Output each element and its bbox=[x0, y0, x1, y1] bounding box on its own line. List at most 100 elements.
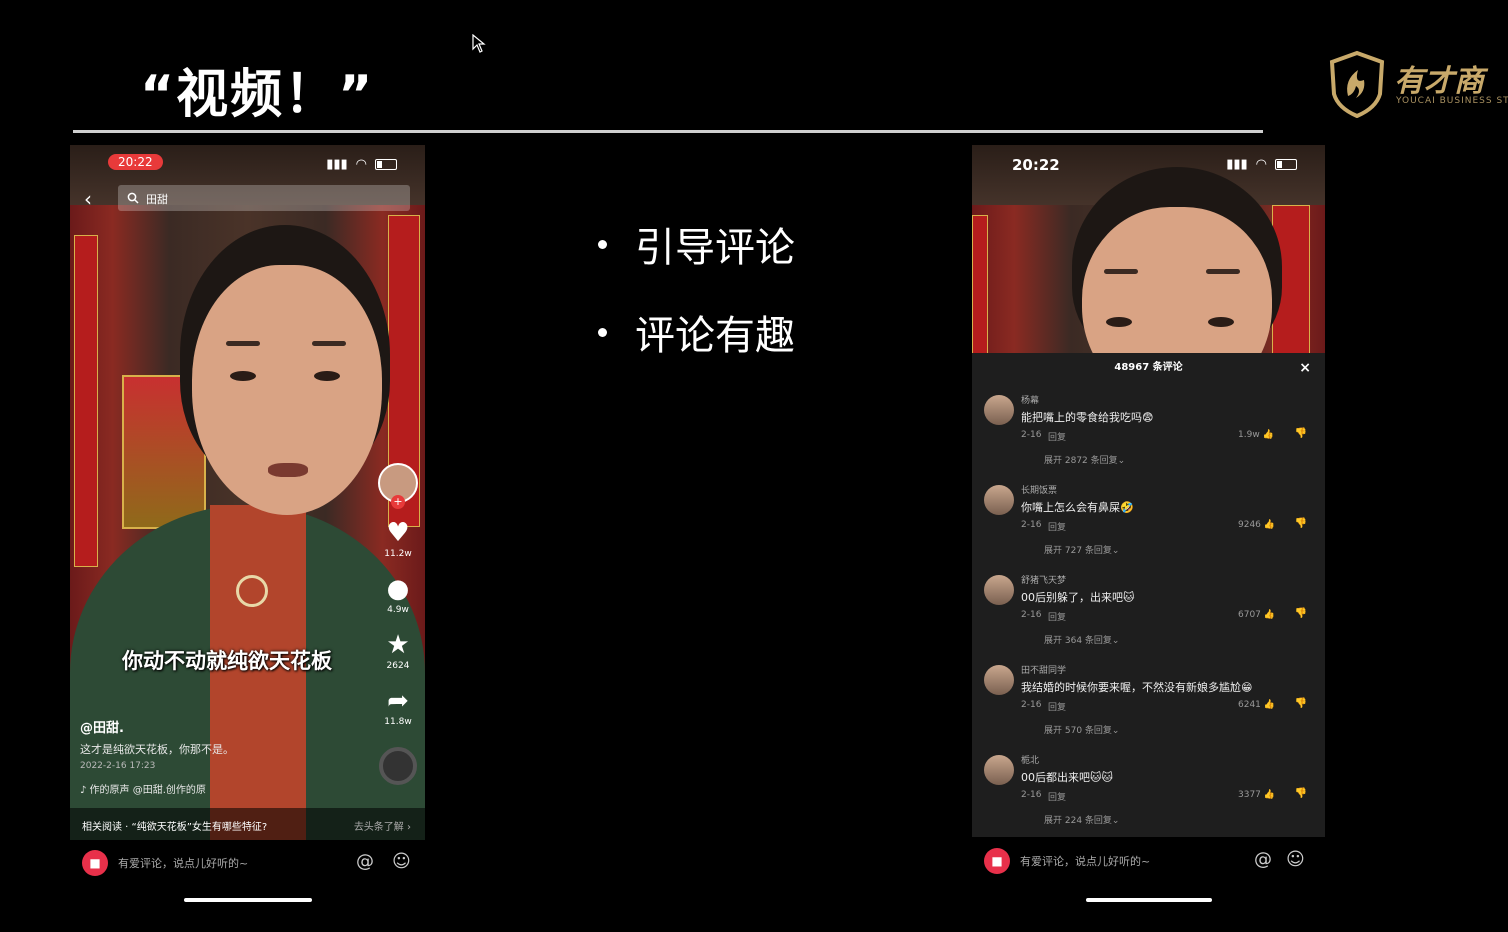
comment-item: 长期饭票 你嘴上怎么会有鼻屎🤣 2-16 回复 9246 👍 👎 展开 727 … bbox=[972, 473, 1325, 563]
comment-text: 能把嘴上的零食给我吃吗😨 bbox=[1021, 411, 1154, 424]
comment-like-button[interactable]: 6707 👍 bbox=[1238, 610, 1275, 620]
thumbs-up-icon: 👍 bbox=[1263, 700, 1275, 710]
bullet-item: 评论有趣 bbox=[598, 288, 795, 376]
couplet-left bbox=[972, 215, 988, 357]
emoji-icon[interactable]: ☺ bbox=[1286, 849, 1305, 870]
right-phone-screenshot: 20:22 ▮▮▮ ◠ 48967 条评论 × 杨幕 能把嘴上的零食给我吃吗😨 … bbox=[972, 145, 1325, 837]
bullet-text: 引导评论 bbox=[635, 225, 795, 271]
at-mention-icon[interactable]: @ bbox=[1254, 849, 1272, 870]
comment-text: 00后别躲了，出来吧🐱 bbox=[1021, 591, 1135, 604]
commenter-name[interactable]: 栀北 bbox=[1021, 753, 1039, 766]
left-comment-input[interactable]: ■ 有爱评论，说点儿好听的~ @ ☺ bbox=[70, 845, 425, 879]
comment-like-button[interactable]: 6241 👍 bbox=[1238, 700, 1275, 710]
commenter-avatar[interactable] bbox=[984, 575, 1014, 605]
favorite-button[interactable]: ★ 2624 bbox=[386, 631, 409, 671]
commenter-avatar[interactable] bbox=[984, 395, 1014, 425]
share-button[interactable]: ➦ 11.8w bbox=[384, 687, 411, 727]
thumbs-down-icon[interactable]: 👎 bbox=[1295, 698, 1307, 709]
commenter-avatar[interactable] bbox=[984, 755, 1014, 785]
commenter-name[interactable]: 田不甜同学 bbox=[1021, 663, 1066, 676]
comment-count: 4.9w bbox=[387, 605, 409, 615]
status-time: 20:22 bbox=[108, 154, 163, 170]
thumbs-down-icon[interactable]: 👎 bbox=[1295, 608, 1307, 619]
author-handle[interactable]: @田甜. bbox=[80, 717, 124, 736]
thumbs-down-icon[interactable]: 👎 bbox=[1295, 428, 1307, 439]
search-bar[interactable]: 田甜 bbox=[118, 185, 410, 211]
video-description: 这才是纯欲天花板，你那不是。 bbox=[80, 743, 234, 756]
reply-button[interactable]: 回复 bbox=[1048, 430, 1066, 443]
comment-like-button[interactable]: 1.9w 👍 bbox=[1238, 430, 1274, 440]
camera-icon[interactable]: ■ bbox=[984, 848, 1010, 874]
heart-icon: ♥ bbox=[386, 518, 410, 548]
like-button[interactable]: ♥ 11.2w bbox=[384, 519, 411, 559]
at-mention-icon[interactable]: @ bbox=[356, 851, 374, 872]
reply-button[interactable]: 回复 bbox=[1048, 610, 1066, 623]
comment-text: 你嘴上怎么会有鼻屎🤣 bbox=[1021, 501, 1134, 514]
left-phone-screenshot: 20:22 ▮▮▮ ◠ ‹ 田甜 + ♥ 11.2w ● 4.9w ★ 2624… bbox=[70, 145, 425, 840]
wifi-icon: ◠ bbox=[355, 157, 367, 172]
comment-button[interactable]: ● 4.9w bbox=[387, 575, 410, 615]
signal-icon: ▮▮▮ bbox=[326, 157, 348, 172]
thumbs-up-icon: 👍 bbox=[1262, 430, 1274, 440]
emoji-icon[interactable]: ☺ bbox=[392, 851, 411, 872]
related-reading-link[interactable]: 去头条了解 › bbox=[354, 818, 411, 833]
expand-replies[interactable]: 展开 224 条回复⌄ bbox=[1044, 813, 1119, 826]
comment-bubble-icon: ● bbox=[386, 574, 410, 604]
status-icons: ▮▮▮ ◠ bbox=[326, 157, 397, 172]
close-icon[interactable]: × bbox=[1299, 353, 1311, 383]
thumbs-up-icon: 👍 bbox=[1263, 790, 1275, 800]
related-reading-bar[interactable]: 相关阅读 · “纯欲天花板”女生有哪些特征? 去头条了解 › bbox=[70, 808, 425, 840]
thumbs-down-icon[interactable]: 👎 bbox=[1295, 518, 1307, 529]
creator-avatar[interactable]: + bbox=[378, 463, 418, 509]
eyebrow bbox=[226, 341, 260, 346]
follow-plus-icon[interactable]: + bbox=[391, 495, 405, 509]
reply-button[interactable]: 回复 bbox=[1048, 520, 1066, 533]
home-indicator bbox=[184, 898, 312, 902]
signal-icon: ▮▮▮ bbox=[1226, 157, 1248, 172]
comment-like-button[interactable]: 3377 👍 bbox=[1238, 790, 1275, 800]
wifi-icon: ◠ bbox=[1255, 157, 1267, 172]
music-info[interactable]: ♪ 作的原声 @田甜.创作的原 bbox=[80, 781, 206, 796]
battery-icon bbox=[375, 159, 397, 170]
commenter-avatar[interactable] bbox=[984, 485, 1014, 515]
expand-replies[interactable]: 展开 570 条回复⌄ bbox=[1044, 723, 1119, 736]
title-divider bbox=[73, 130, 1263, 133]
comment-panel-header: 48967 条评论 × bbox=[972, 353, 1325, 383]
commenter-name[interactable]: 长期饭票 bbox=[1021, 483, 1057, 496]
right-comment-input[interactable]: ■ 有爱评论，说点儿好听的~ @ ☺ bbox=[972, 843, 1325, 877]
expand-replies[interactable]: 展开 364 条回复⌄ bbox=[1044, 633, 1119, 646]
thumbs-up-icon: 👍 bbox=[1263, 610, 1275, 620]
status-time: 20:22 bbox=[1012, 156, 1060, 174]
bullet-dot bbox=[598, 327, 607, 337]
favorite-count: 2624 bbox=[386, 661, 410, 671]
thumbs-down-icon[interactable]: 👎 bbox=[1295, 788, 1307, 799]
reply-button[interactable]: 回复 bbox=[1048, 700, 1066, 713]
music-disc-icon[interactable] bbox=[379, 747, 417, 785]
commenter-name[interactable]: 舒猪飞天梦 bbox=[1021, 573, 1066, 586]
reply-button[interactable]: 回复 bbox=[1048, 790, 1066, 803]
bullet-list: 引导评论 评论有趣 bbox=[598, 200, 795, 376]
bullet-dot bbox=[598, 239, 607, 249]
slide-title: “视频！” bbox=[140, 65, 375, 125]
comment-like-count: 9246 bbox=[1238, 520, 1261, 530]
logo-subtext: YOUCAI BUSINESS ST bbox=[1396, 96, 1508, 106]
eye bbox=[230, 371, 256, 381]
video-frame bbox=[972, 145, 1325, 407]
camera-icon[interactable]: ■ bbox=[82, 850, 108, 876]
home-indicator bbox=[1086, 898, 1212, 902]
commenter-avatar[interactable] bbox=[984, 665, 1014, 695]
comment-like-count: 1.9w bbox=[1238, 430, 1260, 440]
expand-replies[interactable]: 展开 727 条回复⌄ bbox=[1044, 543, 1119, 556]
back-arrow-icon[interactable]: ‹ bbox=[84, 187, 92, 211]
eye bbox=[1106, 317, 1132, 327]
comment-date: 2-16 bbox=[1021, 700, 1042, 710]
expand-replies[interactable]: 展开 2872 条回复⌄ bbox=[1044, 453, 1125, 466]
face bbox=[192, 265, 382, 515]
mouse-cursor-icon bbox=[472, 34, 486, 53]
brand-logo: 有才商 YOUCAI BUSINESS ST bbox=[1328, 48, 1508, 124]
eyebrow bbox=[1206, 269, 1240, 274]
comment-like-button[interactable]: 9246 👍 bbox=[1238, 520, 1275, 530]
commenter-name[interactable]: 杨幕 bbox=[1021, 393, 1039, 406]
brooch bbox=[236, 575, 268, 607]
comment-text: 我结婚的时候你要来喔，不然没有新娘多尴尬😁 bbox=[1021, 681, 1253, 694]
